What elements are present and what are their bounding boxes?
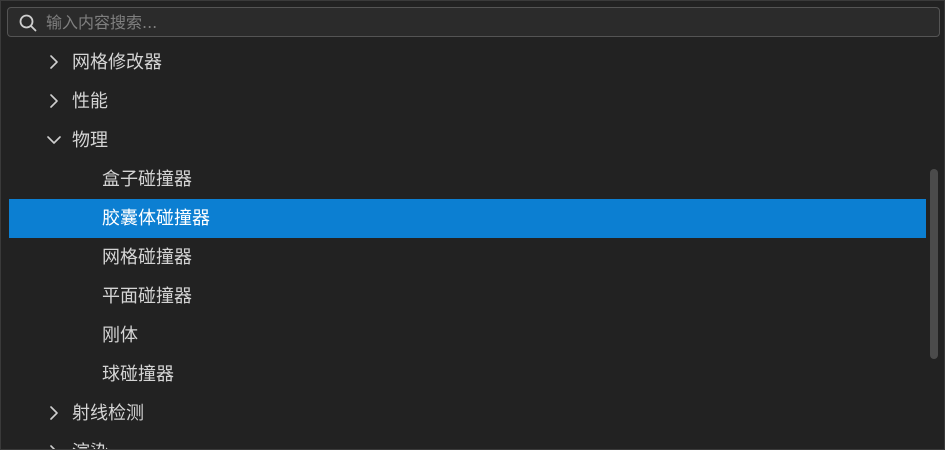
tree-item[interactable]: 射线检测 — [9, 394, 926, 433]
tree-item-label: 平面碰撞器 — [102, 286, 192, 307]
tree-item[interactable]: 网格碰撞器 — [9, 238, 926, 277]
tree-item[interactable]: 渲染 — [9, 433, 926, 450]
tree-item-label: 渲染 — [72, 433, 108, 449]
tree-item[interactable]: 盒子碰撞器 — [9, 160, 926, 199]
tree-item[interactable]: 性能 — [9, 82, 926, 121]
chevron-down-icon[interactable] — [47, 133, 61, 147]
search-icon — [19, 14, 37, 32]
tree-item-label: 网格碰撞器 — [102, 247, 192, 268]
tree-item[interactable]: 平面碰撞器 — [9, 277, 926, 316]
tree-item-label: 网格修改器 — [72, 52, 162, 73]
tree-item-label: 性能 — [72, 91, 108, 112]
tree-item[interactable]: 物理 — [9, 121, 926, 160]
tree-item-label: 射线检测 — [72, 403, 144, 424]
tree-item-label: 物理 — [72, 130, 108, 151]
tree-item[interactable]: 刚体 — [9, 316, 926, 355]
component-picker-panel: 网格修改器性能物理盒子碰撞器胶囊体碰撞器网格碰撞器平面碰撞器刚体球碰撞器射线检测… — [0, 0, 945, 450]
tree-item-label: 刚体 — [102, 325, 138, 346]
tree-item-label: 胶囊体碰撞器 — [102, 208, 210, 229]
tree-item-label: 球碰撞器 — [102, 364, 174, 385]
tree-item-selected[interactable]: 胶囊体碰撞器 — [9, 199, 926, 238]
chevron-right-icon[interactable] — [47, 406, 61, 420]
search-input[interactable] — [46, 8, 926, 36]
tree-item-label: 盒子碰撞器 — [102, 169, 192, 190]
tree-item[interactable]: 网格修改器 — [9, 43, 926, 82]
chevron-right-icon[interactable] — [47, 55, 61, 69]
tree-item[interactable]: 球碰撞器 — [9, 355, 926, 394]
scrollbar-thumb[interactable] — [930, 169, 938, 359]
chevron-right-icon[interactable] — [47, 94, 61, 108]
component-tree: 网格修改器性能物理盒子碰撞器胶囊体碰撞器 网格碰撞器平面碰撞器刚体球碰撞器射线检测… — [9, 43, 926, 450]
search-box[interactable] — [7, 7, 940, 37]
chevron-right-icon[interactable] — [47, 445, 61, 450]
